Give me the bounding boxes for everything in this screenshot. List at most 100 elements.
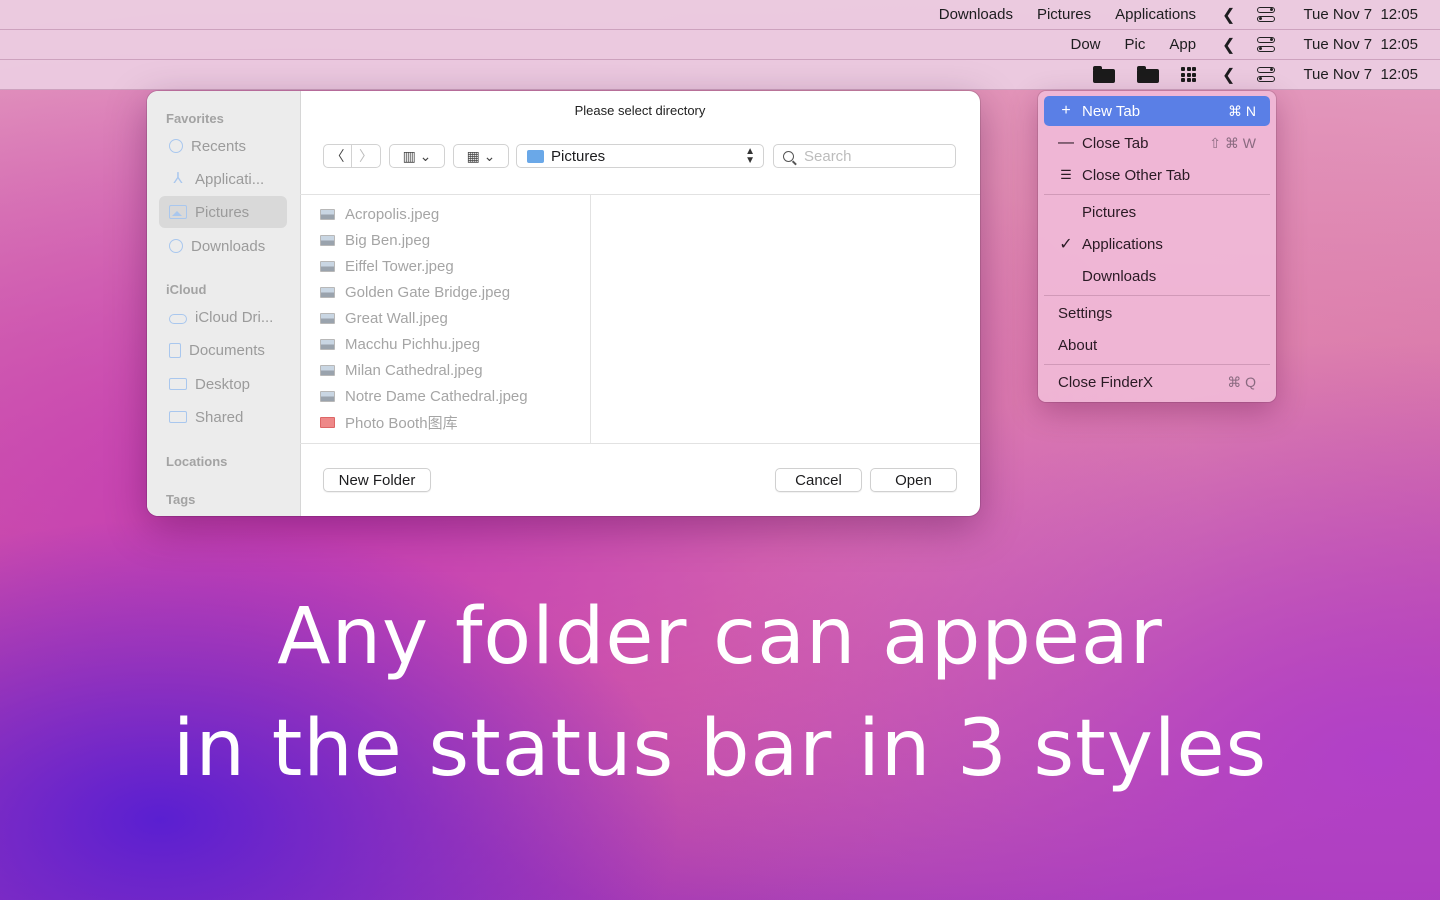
minus-icon: —: [1058, 134, 1074, 151]
status-item-applications[interactable]: Applications: [1115, 6, 1196, 23]
sidebar-item-documents[interactable]: Documents: [159, 334, 287, 366]
dialog-title: Please select directory: [574, 103, 706, 118]
collapse-chevron-icon[interactable]: ❮: [1222, 5, 1235, 25]
list-item[interactable]: Milan Cathedral.jpeg: [320, 357, 483, 383]
group-control: ▦ ⌄: [453, 144, 509, 168]
menu-item-applications[interactable]: ✓ Applications: [1044, 229, 1270, 259]
menu-item-close-other-tab[interactable]: ☰ Close Other Tab: [1044, 160, 1270, 190]
folder-icon[interactable]: [1093, 66, 1116, 83]
menu-item-downloads[interactable]: Downloads: [1044, 261, 1270, 291]
sidebar-item-recents[interactable]: Recents: [159, 130, 287, 162]
folder-icon: [527, 149, 544, 163]
status-item-downloads[interactable]: Downloads: [939, 6, 1013, 23]
forward-button[interactable]: 〉: [352, 144, 381, 168]
status-item-pictures[interactable]: Pictures: [1037, 6, 1091, 23]
list-item[interactable]: Eiffel Tower.jpeg: [320, 253, 454, 279]
path-popup[interactable]: Pictures ▲ ▼: [516, 144, 764, 168]
shared-folder-icon: [169, 411, 187, 423]
menu-separator: [1044, 364, 1270, 365]
image-file-icon: [320, 286, 335, 298]
sidebar-section-tags[interactable]: Tags: [166, 492, 195, 507]
grid-group-icon: ▦ ⌄: [466, 147, 496, 164]
chevron-left-icon: 〈: [330, 148, 345, 164]
grid-icon[interactable]: [1181, 67, 1197, 82]
image-file-icon: [320, 234, 335, 246]
list-item[interactable]: Golden Gate Bridge.jpeg: [320, 279, 510, 305]
cancel-button[interactable]: Cancel: [775, 468, 862, 492]
sidebar-item-pictures[interactable]: Pictures: [159, 196, 287, 228]
cloud-icon: [169, 313, 187, 324]
checkmark-icon: ✓: [1059, 236, 1073, 253]
list-item[interactable]: Big Ben.jpeg: [320, 227, 430, 253]
chevron-right-icon: 〉: [359, 148, 373, 164]
image-file-icon: [320, 260, 335, 272]
sidebar-item-icloud-drive[interactable]: iCloud Dri...: [159, 301, 287, 333]
menu-item-about[interactable]: About: [1044, 330, 1270, 360]
image-file-icon: [320, 208, 335, 220]
sidebar-item-downloads[interactable]: Downloads: [159, 230, 287, 262]
photo-booth-library-icon: [320, 416, 335, 428]
view-mode-control: ▥ ⌄: [389, 144, 445, 168]
up-down-icon: ▲ ▼: [745, 146, 755, 166]
menubar-clock[interactable]: Tue Nov 7 12:05: [1303, 36, 1418, 53]
select-directory-dialog: Favorites Recents ⅄ Applicati... Pictures…: [147, 91, 980, 516]
document-icon: [169, 342, 181, 358]
column-view-button[interactable]: ▥ ⌄: [389, 144, 445, 168]
menu-item-settings[interactable]: Settings: [1044, 298, 1270, 328]
shortcut-label: ⌘ Q: [1227, 373, 1256, 390]
menu-separator: [1044, 295, 1270, 296]
divider: [300, 443, 980, 444]
menubar-style-full: Downloads Pictures Applications ❮ Tue No…: [0, 0, 1440, 30]
status-item-pic[interactable]: Pic: [1125, 36, 1146, 53]
list-item[interactable]: Great Wall.jpeg: [320, 305, 448, 331]
new-folder-button[interactable]: New Folder: [323, 468, 431, 492]
menu-item-pictures[interactable]: Pictures: [1044, 197, 1270, 227]
photo-icon: [169, 205, 187, 219]
image-file-icon: [320, 390, 335, 402]
menubar-clock[interactable]: Tue Nov 7 12:05: [1303, 66, 1418, 83]
plus-icon: +: [1061, 102, 1071, 119]
sidebar-section-locations[interactable]: Locations: [166, 454, 227, 469]
sidebar: Favorites Recents ⅄ Applicati... Pictures…: [147, 91, 301, 516]
desktop-icon: [169, 378, 187, 390]
shortcut-label: ⇧ ⌘ W: [1209, 134, 1256, 151]
status-item-dow[interactable]: Dow: [1070, 36, 1100, 53]
menubar-clock[interactable]: Tue Nov 7 12:05: [1303, 6, 1418, 23]
image-file-icon: [320, 364, 335, 376]
control-center-icon[interactable]: [1257, 6, 1276, 23]
menubar-style-short: Dow Pic App ❮ Tue Nov 7 12:05: [0, 30, 1440, 60]
status-item-app[interactable]: App: [1169, 36, 1196, 53]
download-icon: [169, 239, 183, 253]
back-button[interactable]: 〈: [323, 144, 352, 168]
columns-icon: ▥ ⌄: [402, 147, 432, 164]
open-button[interactable]: Open: [870, 468, 957, 492]
collapse-chevron-icon[interactable]: ❮: [1222, 65, 1235, 85]
menu-item-close-tab[interactable]: — Close Tab ⇧ ⌘ W: [1044, 128, 1270, 158]
control-center-icon[interactable]: [1257, 36, 1276, 53]
sidebar-item-applications[interactable]: ⅄ Applicati...: [159, 163, 287, 195]
control-center-icon[interactable]: [1257, 66, 1276, 83]
applications-icon: ⅄: [173, 170, 183, 187]
nav-buttons: 〈 〉: [323, 144, 381, 168]
headline-line-2: in the status bar in 3 styles: [172, 704, 1268, 794]
menubar-style-icon: ❮ Tue Nov 7 12:05: [0, 60, 1440, 90]
menu-item-new-tab[interactable]: + New Tab ⌘ N: [1044, 96, 1270, 126]
list-item[interactable]: Acropolis.jpeg: [320, 201, 439, 227]
group-by-button[interactable]: ▦ ⌄: [453, 144, 509, 168]
folder-icon[interactable]: [1137, 66, 1160, 83]
image-file-icon: [320, 312, 335, 324]
search-field[interactable]: Search: [773, 144, 956, 168]
list-item[interactable]: Notre Dame Cathedral.jpeg: [320, 383, 528, 409]
list-item[interactable]: Photo Booth图库: [320, 409, 458, 435]
sidebar-section-favorites: Favorites: [166, 111, 224, 126]
collapse-chevron-icon[interactable]: ❮: [1222, 35, 1235, 55]
shortcut-label: ⌘ N: [1228, 102, 1256, 119]
sidebar-item-desktop[interactable]: Desktop: [159, 368, 287, 400]
image-file-icon: [320, 338, 335, 350]
menu-separator: [1044, 194, 1270, 195]
menu-item-quit[interactable]: Close FinderX ⌘ Q: [1044, 367, 1270, 397]
sidebar-item-shared[interactable]: Shared: [159, 401, 287, 433]
list-item[interactable]: Macchu Pichhu.jpeg: [320, 331, 480, 357]
finderx-dropdown-menu: + New Tab ⌘ N — Close Tab ⇧ ⌘ W ☰ Close …: [1038, 91, 1276, 402]
clock-icon: [169, 139, 183, 153]
